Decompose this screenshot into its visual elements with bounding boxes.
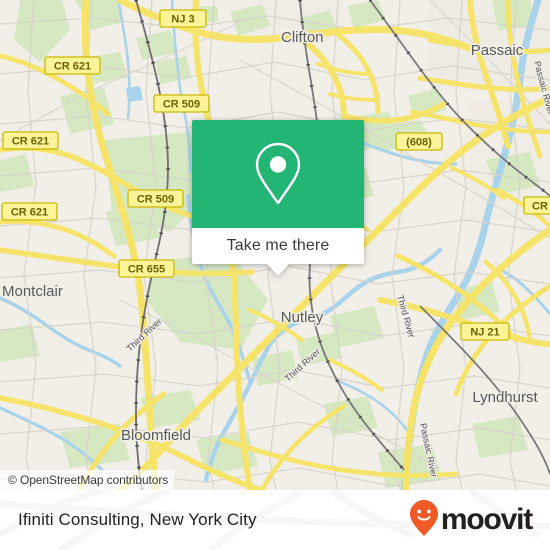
road-shield-cr-right-edge: CR — [523, 196, 550, 215]
city-label-montclair: Montclair — [2, 283, 63, 300]
svg-text:CR 509: CR 509 — [163, 98, 200, 110]
road-shield-cr655: CR 655 — [118, 259, 175, 278]
svg-text:CR: CR — [532, 200, 548, 212]
road-shield-cr509-top: CR 509 — [153, 94, 210, 113]
svg-text:CR 621: CR 621 — [54, 60, 91, 72]
svg-text:(608): (608) — [406, 136, 432, 148]
svg-text:NJ 21: NJ 21 — [470, 326, 499, 338]
svg-text:CR 621: CR 621 — [11, 206, 48, 218]
bottom-info-bar: Ifiniti Consulting, New York City moovit — [0, 490, 550, 550]
callout-pointer-tail — [267, 264, 289, 276]
road-shield-cr509-mid: CR 509 — [127, 189, 184, 208]
road-shield-cr621-top: CR 621 — [44, 56, 101, 75]
road-shield-cr621-left: CR 621 — [2, 131, 59, 150]
take-me-there-label: Take me there — [226, 237, 330, 254]
attribution-text: © OpenStreetMap contributors — [8, 473, 169, 487]
moovit-pin-icon — [409, 499, 439, 542]
moovit-wordmark: moovit — [440, 503, 533, 536]
city-label-nutley: Nutley — [281, 309, 324, 326]
svg-text:NJ 3: NJ 3 — [171, 13, 194, 25]
map-attribution[interactable]: © OpenStreetMap contributors — [0, 470, 175, 490]
road-shield-nj21: NJ 21 — [460, 322, 510, 341]
city-label-clifton: Clifton — [281, 29, 324, 46]
map-screen: Clifton Passaic Nutley Montclair Bloomfi… — [0, 0, 550, 550]
svg-text:CR 509: CR 509 — [137, 193, 174, 205]
destination-callout: Take me there — [192, 120, 364, 276]
road-shield-nj3: NJ 3 — [159, 9, 207, 28]
location-pin-icon — [252, 141, 304, 207]
svg-text:CR 621: CR 621 — [12, 135, 49, 147]
city-label-bloomfield: Bloomfield — [121, 427, 191, 444]
road-shield-608: (608) — [395, 132, 443, 151]
place-title: Ifiniti Consulting, New York City — [18, 510, 257, 529]
take-me-there-button[interactable]: Take me there — [192, 228, 364, 264]
road-shield-cr621-lower-left: CR 621 — [1, 202, 58, 221]
svg-text:CR 655: CR 655 — [128, 263, 165, 275]
callout-header — [192, 120, 364, 228]
city-label-passaic: Passaic — [471, 42, 524, 59]
city-label-lyndhurst: Lyndhurst — [472, 389, 538, 406]
moovit-logo: moovit — [409, 499, 533, 542]
